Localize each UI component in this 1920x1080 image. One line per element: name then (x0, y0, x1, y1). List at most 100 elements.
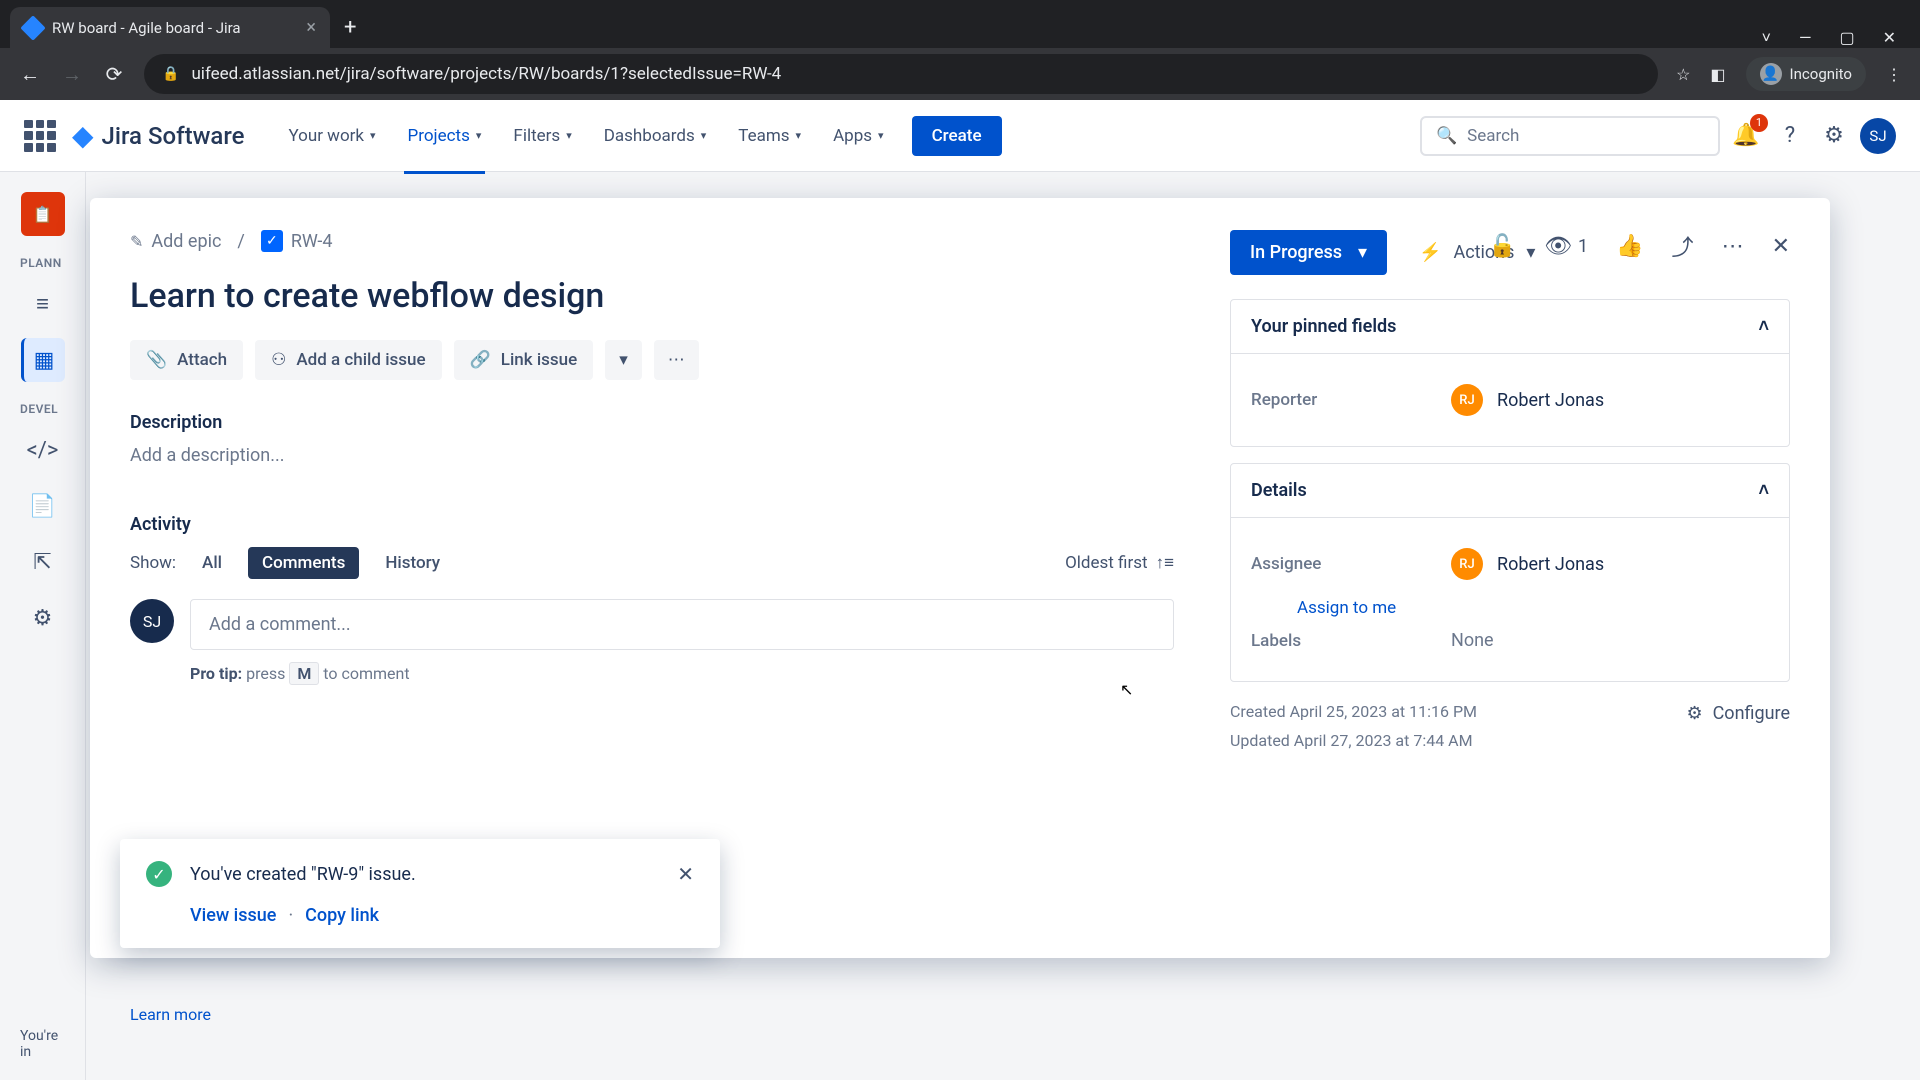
tab-comments[interactable]: Comments (248, 547, 359, 579)
mouse-cursor: ↖ (1120, 680, 1133, 699)
success-check-icon: ✓ (146, 861, 172, 887)
jira-favicon (20, 15, 45, 40)
configure-link[interactable]: ⚙ Configure (1686, 698, 1790, 730)
timestamps: Created April 25, 2023 at 11:16 PM Updat… (1230, 698, 1790, 756)
pinned-fields-panel: Your pinned fields ˄ Reporter RJ Robert … (1230, 299, 1790, 447)
browser-menu-icon[interactable]: ⋮ (1886, 65, 1902, 84)
bookmark-icon[interactable]: ☆ (1676, 65, 1690, 84)
breadcrumb: ✎ Add epic / ✓ RW-4 (130, 230, 1174, 252)
link-icon: 🔗 (470, 350, 491, 370)
browser-tab[interactable]: RW board - Agile board - Jira × (10, 7, 330, 48)
tab-bar: RW board - Agile board - Jira × + ˅ — ▢ … (0, 0, 1920, 48)
labels-label: Labels (1251, 631, 1451, 651)
add-epic-link[interactable]: ✎ Add epic (130, 231, 221, 252)
assignee-avatar: RJ (1451, 548, 1483, 580)
nav-apps[interactable]: Apps▾ (821, 118, 896, 154)
toast-close-button[interactable]: ✕ (677, 862, 694, 886)
bolt-icon: ⚡ (1419, 242, 1441, 263)
sidebar-code[interactable]: </> (21, 428, 65, 472)
create-button[interactable]: Create (912, 116, 1002, 156)
close-dialog-button[interactable]: ✕ (1772, 234, 1790, 259)
issue-key-link[interactable]: ✓ RW-4 (261, 230, 333, 252)
app-switcher-icon[interactable] (24, 120, 56, 152)
assignee-name: Robert Jonas (1497, 554, 1604, 575)
sort-button[interactable]: Oldest first ↑≡ (1065, 553, 1174, 573)
issue-side-column: In Progress ▾ ⚡ Actions ▾ Your pinned fi… (1230, 230, 1790, 926)
link-issue-dropdown[interactable]: ▾ (605, 340, 642, 380)
incognito-badge[interactable]: 👤 Incognito (1746, 57, 1866, 91)
chevron-down-icon[interactable]: ˅ (1762, 28, 1771, 48)
nav-dashboards[interactable]: Dashboards▾ (592, 118, 719, 154)
sidebar-timeline[interactable]: ≡ (21, 282, 65, 326)
breadcrumb-separator: / (237, 231, 244, 252)
nav-filters[interactable]: Filters▾ (501, 118, 583, 154)
search-icon: 🔍 (1436, 126, 1457, 146)
vote-button[interactable]: 👍 (1616, 234, 1643, 259)
assignee-label: Assignee (1251, 554, 1451, 574)
tab-all[interactable]: All (188, 547, 236, 579)
success-toast: ✓ You've created "RW-9" issue. ✕ View is… (120, 839, 720, 948)
nav-your-work[interactable]: Your work▾ (276, 118, 387, 154)
incognito-label: Incognito (1790, 65, 1852, 83)
forward-button[interactable]: → (60, 62, 84, 87)
watch-button[interactable]: 👁 1 (1544, 234, 1588, 259)
jira-logo[interactable]: ◆ Jira Software (72, 119, 244, 152)
extensions-icon[interactable]: ◧ (1710, 65, 1725, 84)
close-tab-icon[interactable]: × (306, 17, 316, 38)
details-header[interactable]: Details ˄ (1231, 464, 1789, 518)
learn-more-link[interactable]: Learn more (130, 1005, 211, 1024)
window-controls: ˅ — ▢ ✕ (1762, 14, 1920, 48)
sidebar-add-shortcut[interactable]: ⇱ (21, 540, 65, 584)
user-avatar[interactable]: SJ (1860, 118, 1896, 154)
link-issue-button[interactable]: 🔗Link issue (454, 340, 594, 380)
reporter-field[interactable]: Reporter RJ Robert Jonas (1251, 372, 1769, 428)
tab-history[interactable]: History (371, 547, 454, 579)
chevron-down-icon: ▾ (878, 129, 884, 142)
notifications-icon[interactable]: 🔔1 (1728, 118, 1764, 154)
lock-button[interactable]: 🔓 (1489, 234, 1516, 259)
reload-button[interactable]: ⟳ (102, 62, 126, 86)
lock-icon: 🔒 (162, 66, 179, 82)
share-button[interactable]: ⤴ (1672, 230, 1694, 262)
incognito-icon: 👤 (1760, 63, 1782, 85)
url-field[interactable]: 🔒 uifeed.atlassian.net/jira/software/pro… (144, 54, 1658, 94)
gear-icon: ⚙ (1686, 698, 1702, 730)
addr-right: ☆ ◧ 👤 Incognito ⋮ (1676, 57, 1902, 91)
new-tab-button[interactable]: + (330, 7, 370, 48)
details-panel: Details ˄ Assignee RJ Robert Jonas Assig… (1230, 463, 1790, 682)
nav-teams[interactable]: Teams▾ (726, 118, 813, 154)
status-dropdown[interactable]: In Progress ▾ (1230, 230, 1387, 275)
search-input[interactable]: 🔍 Search (1420, 116, 1720, 156)
pro-tip: Pro tip: press M to comment (190, 662, 1174, 685)
nav-projects[interactable]: Projects▾ (396, 118, 494, 154)
watch-count: 1 (1578, 236, 1588, 257)
more-menu-button[interactable]: ⋯ (1722, 234, 1744, 259)
project-icon[interactable]: 📋 (21, 192, 65, 236)
view-issue-link[interactable]: View issue (190, 905, 276, 926)
back-button[interactable]: ← (18, 62, 42, 87)
help-icon[interactable]: ? (1772, 118, 1808, 154)
settings-icon[interactable]: ⚙ (1816, 118, 1852, 154)
chevron-down-icon: ▾ (701, 129, 707, 142)
activity-tabs: Show: All Comments History Oldest first … (130, 547, 1174, 579)
labels-field[interactable]: Labels None (1251, 618, 1769, 663)
minimize-icon[interactable]: — (1799, 28, 1812, 48)
sidebar-footer: You're in (0, 1028, 85, 1060)
attach-button[interactable]: 📎Attach (130, 340, 243, 380)
assignee-field[interactable]: Assignee RJ Robert Jonas (1251, 536, 1769, 592)
issue-title[interactable]: Learn to create webflow design (130, 276, 1174, 316)
assign-to-me-link[interactable]: Assign to me (1297, 598, 1769, 618)
chevron-down-icon: ▾ (796, 129, 802, 142)
copy-link-link[interactable]: Copy link (305, 905, 379, 926)
maximize-icon[interactable]: ▢ (1839, 28, 1854, 48)
description-field[interactable]: Add a description... (130, 445, 1174, 466)
sidebar-pages[interactable]: 📄 (21, 484, 65, 528)
sidebar-board[interactable]: ▦ (21, 338, 65, 382)
more-actions-button[interactable]: ⋯ (654, 340, 699, 380)
add-child-button[interactable]: ⚇Add a child issue (255, 340, 441, 380)
pinned-fields-header[interactable]: Your pinned fields ˄ (1231, 300, 1789, 354)
close-window-icon[interactable]: ✕ (1883, 28, 1896, 48)
sidebar-settings[interactable]: ⚙ (21, 596, 65, 640)
chevron-down-icon: ▾ (566, 129, 572, 142)
comment-input[interactable]: Add a comment... (190, 599, 1174, 650)
